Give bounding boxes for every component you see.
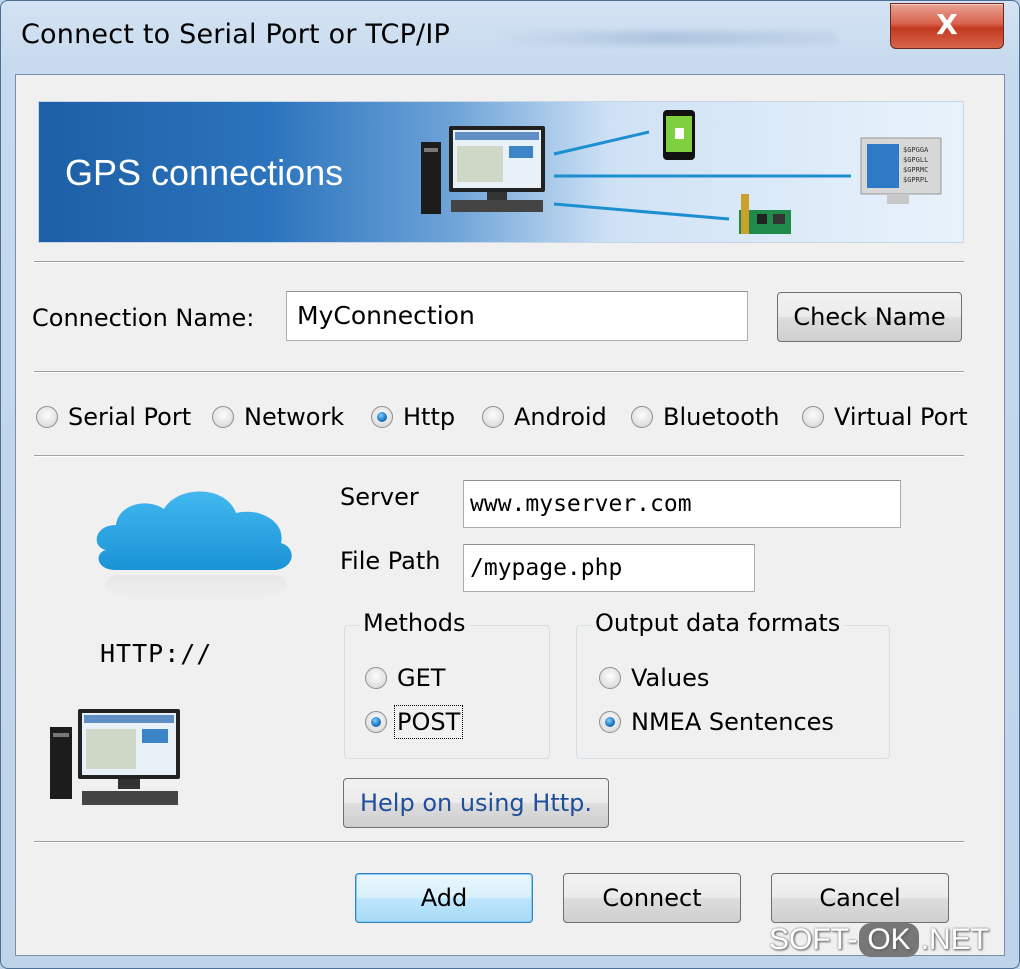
cancel-button[interactable]: Cancel <box>771 873 949 923</box>
window-title: Connect to Serial Port or TCP/IP <box>21 19 450 50</box>
radio-dot <box>599 667 621 689</box>
separator-2 <box>34 371 964 373</box>
radio-format-values[interactable]: Values <box>599 664 709 692</box>
radio-virtual-port[interactable]: Virtual Port <box>802 403 968 431</box>
radio-network[interactable]: Network <box>212 403 344 431</box>
add-button[interactable]: Add <box>355 873 533 923</box>
radio-dot <box>482 406 504 428</box>
radio-label: Bluetooth <box>663 403 780 431</box>
nmea-monitor-icon: $GPGGA $GPGLL $GPRMC $GPRPL <box>860 137 942 204</box>
radio-label: Values <box>631 664 710 692</box>
check-name-button[interactable]: Check Name <box>777 292 962 342</box>
separator-3 <box>34 455 964 457</box>
file-path-label: File Path <box>340 547 441 575</box>
radio-http[interactable]: Http <box>371 403 455 431</box>
http-illustration-label: HTTP:// <box>100 639 213 668</box>
radio-dot-selected <box>365 711 387 733</box>
link-line-phone <box>553 130 650 156</box>
nmea-line-1: $GPGGA <box>903 146 929 154</box>
radio-dot-selected <box>371 406 393 428</box>
dialog-client-area: GPS connections $GPGGA $GPGLL $GPRMC $GP… <box>15 74 1005 956</box>
radio-label: Android <box>514 403 607 431</box>
output-formats-group: Output data formats Values NMEA Sentence… <box>576 609 890 759</box>
radio-format-nmea[interactable]: NMEA Sentences <box>599 708 834 736</box>
output-formats-group-title: Output data formats <box>591 609 845 637</box>
separator-4 <box>34 841 964 843</box>
connect-button[interactable]: Connect <box>563 873 741 923</box>
radio-label: Serial Port <box>68 403 192 431</box>
network-card-icon <box>739 194 791 234</box>
close-button[interactable]: X <box>890 3 1004 49</box>
radio-dot <box>802 406 824 428</box>
radio-dot-selected <box>599 711 621 733</box>
radio-bluetooth[interactable]: Bluetooth <box>631 403 780 431</box>
connection-name-label: Connection Name: <box>32 304 255 332</box>
radio-dot <box>365 667 387 689</box>
android-phone-icon <box>663 110 695 160</box>
radio-android[interactable]: Android <box>482 403 607 431</box>
methods-group-title: Methods <box>359 609 470 637</box>
watermark-ok: OK <box>859 923 919 957</box>
local-computer-icon <box>50 709 180 805</box>
radio-label: GET <box>397 664 446 692</box>
radio-method-post[interactable]: POST <box>365 705 464 739</box>
radio-label: POST <box>393 705 464 739</box>
dialog-window: Connect to Serial Port or TCP/IP X GPS c… <box>0 0 1020 969</box>
nmea-line-3: $GPRMC <box>903 166 928 174</box>
connection-name-input[interactable]: MyConnection <box>286 291 748 341</box>
soft-ok-watermark: SOFT- OK .NET <box>769 923 989 957</box>
methods-group: Methods GET POST <box>344 609 550 759</box>
gps-connections-banner: GPS connections $GPGGA $GPGLL $GPRMC $GP… <box>38 101 964 243</box>
radio-method-get[interactable]: GET <box>365 664 445 692</box>
radio-label: Http <box>403 403 456 431</box>
watermark-left: SOFT- <box>769 923 858 956</box>
background-title-blur <box>496 31 836 45</box>
separator-1 <box>34 261 964 263</box>
radio-dot <box>212 406 234 428</box>
nmea-line-2: $GPGLL <box>903 156 928 164</box>
nmea-line-4: $GPRPL <box>903 176 928 184</box>
cloud-icon <box>96 491 292 603</box>
radio-label: Virtual Port <box>834 403 968 431</box>
banner-illustration: $GPGGA $GPGLL $GPRMC $GPRPL <box>421 110 942 234</box>
radio-label: Network <box>244 403 345 431</box>
desktop-computer-icon <box>421 126 545 214</box>
help-http-button[interactable]: Help on using Http. <box>343 778 609 828</box>
radio-dot <box>36 406 58 428</box>
server-input[interactable]: www.myserver.com <box>463 480 901 528</box>
radio-serial-port[interactable]: Serial Port <box>36 403 191 431</box>
watermark-right: .NET <box>920 923 990 956</box>
radio-label: NMEA Sentences <box>631 708 834 736</box>
radio-dot <box>631 406 653 428</box>
file-path-input[interactable]: /mypage.php <box>463 544 755 592</box>
server-label: Server <box>340 483 419 511</box>
link-line-card <box>553 202 730 221</box>
